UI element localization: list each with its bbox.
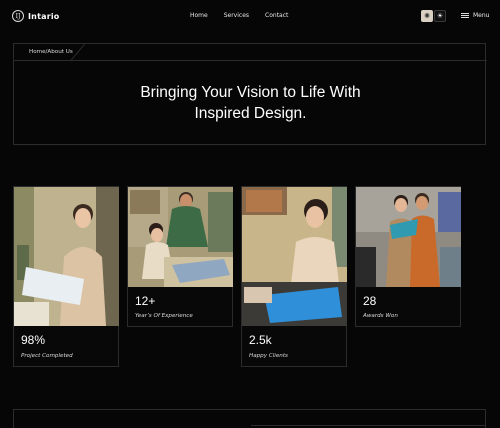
designer-with-samples-photo [242,187,347,326]
hamburger-icon [461,13,469,18]
breadcrumb-divider [14,60,487,61]
stat-label: Happy Clients [249,353,288,359]
team-reviewing-drawings-photo [128,187,233,287]
stat-value: 2.5k [249,333,272,347]
breadcrumb-current: About Us [47,49,73,55]
nav-link-services[interactable]: Services [224,12,249,19]
dark-mode-button[interactable]: ☀ [434,10,446,22]
stat-value: 28 [363,294,377,308]
sun-outline-icon: ☀ [436,12,444,20]
brand-logo[interactable]: IJ Intario [12,10,59,22]
breadcrumb: Home/About Us [29,49,73,55]
page-title: Bringing Your Vision to Life With Inspir… [14,82,487,124]
stat-card-awards: 28 Awards Won [355,186,461,327]
stat-label: Project Completed [21,353,73,359]
menu-button[interactable]: Menu [461,12,489,19]
nav-link-home[interactable]: Home [190,12,208,19]
nav-link-contact[interactable]: Contact [265,12,288,19]
stat-card-projects: 98% Project Completed [13,186,119,367]
stat-value: 12+ [135,294,156,308]
stat-value: 98% [21,333,46,347]
nav-links: Home Services Contact [190,12,304,19]
designer-holding-plans-photo [14,187,119,326]
stat-label: Year’s Of Experience [135,313,193,319]
page-title-line-1: Bringing Your Vision to Life With [140,84,361,101]
breadcrumb-home-link[interactable]: Home [29,49,46,55]
light-mode-button[interactable]: ✺ [421,10,433,22]
stat-label: Awards Won [363,313,398,319]
logo-mark-icon: IJ [12,10,24,22]
stat-card-clients: 2.5k Happy Clients [241,186,347,367]
designers-with-catalog-photo [356,187,461,287]
page-title-line-2: Inspired Design. [194,105,307,122]
menu-label: Menu [473,12,490,19]
sun-icon: ✺ [424,12,430,20]
hero-section: Home/About Us Bringing Your Vision to Li… [13,43,487,145]
stat-card-experience: 12+ Year’s Of Experience [127,186,233,327]
brand-name: Intario [28,11,60,21]
top-navigation: IJ Intario Home Services Contact ✺ ☀ Men… [0,0,500,34]
